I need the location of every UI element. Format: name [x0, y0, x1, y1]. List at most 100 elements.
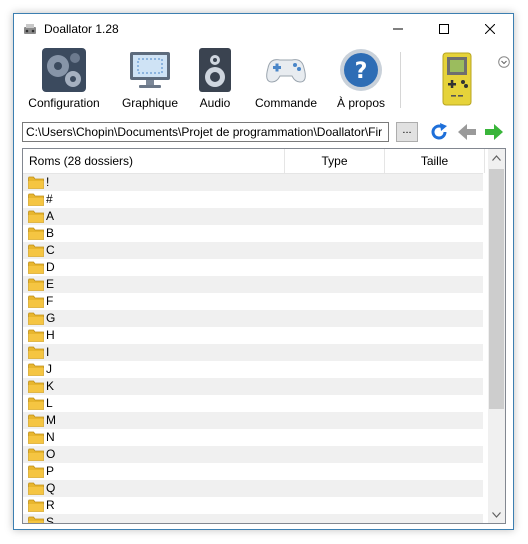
chevron-up-icon: [492, 154, 501, 161]
list-item[interactable]: N: [23, 429, 483, 446]
game-boy-icon[interactable]: [442, 52, 472, 106]
graphique-button[interactable]: Graphique: [118, 46, 182, 116]
folder-name: !: [46, 175, 50, 189]
list-item[interactable]: I: [23, 344, 483, 361]
list-item[interactable]: M: [23, 412, 483, 429]
folder-name: L: [46, 396, 53, 410]
list-item[interactable]: J: [23, 361, 483, 378]
toolbar-label: Graphique: [121, 96, 179, 110]
list-item[interactable]: A: [23, 208, 483, 225]
close-icon: [485, 24, 495, 34]
folder-icon: [28, 346, 44, 359]
window-title: Doallator 1.28: [44, 22, 119, 36]
title-bar[interactable]: Doallator 1.28: [14, 14, 513, 44]
minimize-button[interactable]: [375, 14, 421, 44]
folder-name: F: [46, 294, 54, 308]
list-item[interactable]: E: [23, 276, 483, 293]
list-item[interactable]: D: [23, 259, 483, 276]
folder-name: J: [46, 362, 52, 376]
list-item[interactable]: K: [23, 378, 483, 395]
toolbar-label: Commande: [254, 96, 318, 110]
arrow-left-icon[interactable]: [456, 121, 478, 143]
list-item[interactable]: O: [23, 446, 483, 463]
close-button[interactable]: [467, 14, 513, 44]
list-item[interactable]: H: [23, 327, 483, 344]
refresh-icon[interactable]: [428, 121, 450, 143]
maximize-icon: [439, 24, 449, 34]
a-propos-button[interactable]: ? À propos: [332, 46, 390, 116]
rom-list[interactable]: Roms (28 dossiers) Type Taille ! # A B C D E F G…: [22, 148, 506, 524]
folder-icon: [28, 397, 44, 410]
folder-name: C: [46, 243, 55, 257]
folder-icon: [28, 193, 44, 206]
folder-name: D: [46, 260, 55, 274]
column-header-roms[interactable]: Roms (28 dossiers): [23, 149, 285, 173]
list-item[interactable]: Q: [23, 480, 483, 497]
column-header-taille[interactable]: Taille: [385, 149, 485, 173]
arrow-right-icon[interactable]: [483, 121, 505, 143]
toolbar-separator: [400, 52, 401, 108]
column-header-type[interactable]: Type: [285, 149, 385, 173]
vertical-scrollbar[interactable]: [488, 149, 505, 523]
folder-icon: [28, 431, 44, 444]
list-item[interactable]: B: [23, 225, 483, 242]
folder-icon: [28, 482, 44, 495]
gears-icon: [42, 48, 86, 92]
folder-name: H: [46, 328, 55, 342]
speaker-icon: [199, 48, 231, 92]
folder-icon: [28, 210, 44, 223]
list-item[interactable]: R: [23, 497, 483, 514]
audio-button[interactable]: Audio: [194, 46, 236, 116]
toolbar-label: Configuration: [28, 96, 100, 110]
maximize-button[interactable]: [421, 14, 467, 44]
folder-icon: [28, 363, 44, 376]
list-item[interactable]: P: [23, 463, 483, 480]
folder-name: N: [46, 430, 55, 444]
folder-name: S: [46, 515, 55, 524]
configuration-button[interactable]: Configuration: [26, 46, 102, 116]
list-header: Roms (28 dossiers) Type Taille: [23, 149, 485, 174]
folder-icon: [28, 312, 44, 325]
browse-button[interactable]: ...: [396, 122, 418, 142]
list-item[interactable]: G: [23, 310, 483, 327]
folder-icon: [28, 414, 44, 427]
scroll-down-arrow[interactable]: [488, 506, 505, 523]
folder-name: E: [46, 277, 55, 291]
folder-icon: [28, 448, 44, 461]
chevron-down-icon: [492, 511, 501, 518]
monitor-icon: [130, 52, 170, 88]
list-item[interactable]: S: [23, 514, 483, 524]
chevron-down-circle-icon[interactable]: [498, 56, 510, 68]
folder-name: B: [46, 226, 55, 240]
folder-icon: [28, 176, 44, 189]
list-rows: ! # A B C D E F G H I J K L M N O P Q R S: [23, 174, 483, 524]
folder-icon: [28, 516, 44, 523]
folder-icon: [28, 295, 44, 308]
folder-name: P: [46, 464, 55, 478]
folder-name: M: [46, 413, 56, 427]
list-item[interactable]: !: [23, 174, 483, 191]
folder-name: Q: [46, 481, 56, 495]
folder-name: G: [46, 311, 56, 325]
folder-icon: [28, 227, 44, 240]
folder-icon: [28, 261, 44, 274]
folder-icon: [28, 380, 44, 393]
list-item[interactable]: C: [23, 242, 483, 259]
list-item[interactable]: F: [23, 293, 483, 310]
toolbar: Configuration Graphique Audio Commande ?…: [14, 44, 513, 116]
path-input[interactable]: C:\Users\Chopin\Documents\Projet de prog…: [22, 122, 389, 142]
folder-name: A: [46, 209, 55, 223]
list-item[interactable]: L: [23, 395, 483, 412]
scroll-up-arrow[interactable]: [488, 149, 505, 166]
folder-name: #: [46, 192, 53, 206]
folder-icon: [28, 329, 44, 342]
commande-button[interactable]: Commande: [252, 46, 320, 116]
gamepad-icon: [266, 59, 306, 83]
folder-name: I: [46, 345, 50, 359]
folder-icon: [28, 499, 44, 512]
list-item[interactable]: #: [23, 191, 483, 208]
folder-icon: [28, 244, 44, 257]
scroll-thumb[interactable]: [489, 169, 504, 409]
folder-name: R: [46, 498, 55, 512]
folder-name: K: [46, 379, 55, 393]
